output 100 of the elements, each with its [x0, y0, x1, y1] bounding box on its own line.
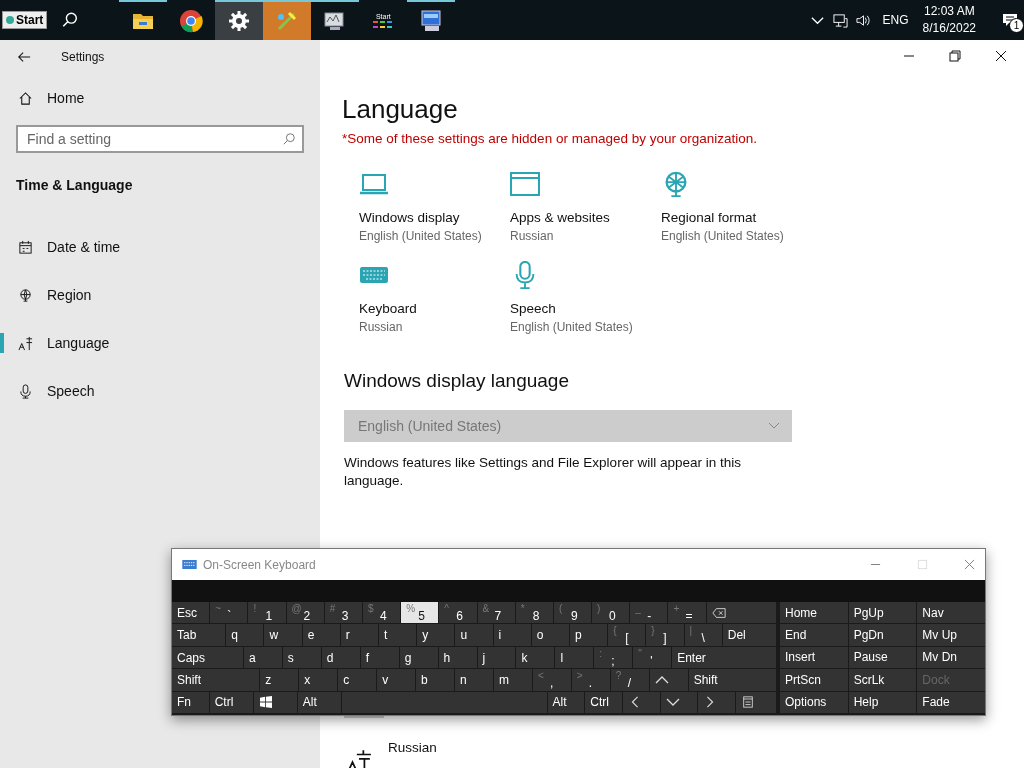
key[interactable]: z — [260, 669, 299, 691]
close-icon[interactable] — [995, 50, 1007, 62]
key[interactable]: e — [302, 624, 340, 646]
key[interactable]: # 3 — [324, 602, 362, 624]
key[interactable]: m — [493, 669, 532, 691]
key[interactable]: Home — [780, 602, 848, 624]
sidebar-item[interactable]: Language — [0, 319, 320, 367]
maximize-icon[interactable] — [949, 50, 961, 62]
key[interactable]: Alt — [297, 691, 341, 714]
key[interactable]: ( 9 — [553, 602, 592, 624]
key[interactable]: ~ ` — [210, 602, 248, 624]
key[interactable]: Caps — [172, 646, 243, 669]
key[interactable]: } ] — [646, 624, 684, 646]
search-field[interactable]: Find a setting — [16, 125, 304, 153]
key[interactable]: d — [321, 646, 360, 669]
key[interactable]: Tab — [172, 624, 226, 646]
key[interactable]: Insert — [780, 646, 848, 669]
key[interactable]: Shift — [172, 669, 260, 691]
key[interactable]: Del — [722, 624, 776, 646]
key[interactable]: o — [531, 624, 569, 646]
key[interactable]: PrtScn — [780, 669, 848, 691]
key[interactable] — [736, 691, 776, 714]
key[interactable]: % 5 — [401, 602, 439, 624]
start-button[interactable]: Start — [2, 11, 48, 29]
tile-title[interactable]: Keyboard — [359, 301, 492, 316]
key[interactable]: $ 4 — [362, 602, 401, 624]
key[interactable]: Nav — [917, 602, 985, 624]
key[interactable]: s — [282, 646, 321, 669]
sidebar-item[interactable]: Date & time — [0, 223, 320, 271]
tile-title[interactable]: Apps & websites — [510, 210, 643, 225]
notification-button[interactable]: 1 — [996, 5, 1024, 35]
language-name[interactable]: Russian — [388, 740, 437, 755]
key[interactable]: > . — [571, 669, 610, 691]
sidebar-item[interactable]: Region — [0, 271, 320, 319]
input-language[interactable]: ENG — [882, 13, 909, 27]
search-icon[interactable] — [61, 11, 80, 29]
key[interactable]: y — [417, 624, 455, 646]
key[interactable]: < , — [532, 669, 571, 691]
key[interactable]: Enter — [672, 646, 776, 669]
key[interactable]: Pause — [848, 646, 917, 669]
key[interactable]: Mv Up — [917, 624, 985, 646]
key[interactable]: j — [477, 646, 516, 669]
key[interactable]: Help — [848, 691, 917, 713]
taskbar-app-button[interactable] — [215, 0, 264, 40]
clock[interactable]: 12:03 AM 8/16/2022 — [922, 3, 976, 37]
key[interactable]: b — [416, 669, 455, 691]
key[interactable]: r — [340, 624, 379, 646]
key[interactable]: PgDn — [848, 624, 917, 646]
key[interactable]: f — [360, 646, 399, 669]
key[interactable]: ^ 6 — [439, 602, 477, 624]
key[interactable]: ? / — [610, 669, 649, 691]
back-arrow-icon[interactable] — [17, 50, 31, 64]
key[interactable]: ! 1 — [248, 602, 286, 624]
key[interactable] — [623, 691, 660, 714]
key[interactable]: Alt — [547, 691, 585, 714]
tile-title[interactable]: Speech — [510, 301, 643, 316]
key[interactable]: c — [338, 669, 377, 691]
key[interactable]: Esc — [172, 602, 210, 624]
key[interactable]: Options — [780, 691, 848, 713]
key[interactable]: Shift — [688, 669, 776, 691]
key[interactable]: Fn — [172, 691, 209, 714]
key[interactable]: { [ — [608, 624, 646, 646]
key[interactable]: ) 0 — [592, 602, 630, 624]
key[interactable]: | \ — [684, 624, 722, 646]
key[interactable]: q — [226, 624, 264, 646]
key[interactable]: & 7 — [477, 602, 515, 624]
network-icon[interactable] — [832, 12, 848, 28]
key[interactable]: p — [569, 624, 608, 646]
key[interactable]: i — [493, 624, 531, 646]
key[interactable]: g — [399, 646, 438, 669]
tile-title[interactable]: Windows display — [359, 210, 492, 225]
key[interactable]: k — [516, 646, 555, 669]
key[interactable]: + = — [668, 602, 706, 624]
key[interactable]: Mv Dn — [917, 646, 985, 669]
key[interactable]: : ; — [594, 646, 633, 669]
key[interactable]: _ - — [630, 602, 668, 624]
key[interactable]: PgUp — [848, 602, 917, 624]
key[interactable] — [698, 691, 736, 714]
key[interactable]: Ctrl — [585, 691, 622, 714]
key[interactable]: End — [780, 624, 848, 646]
key[interactable]: a — [243, 646, 282, 669]
key[interactable]: " ' — [633, 646, 672, 669]
key[interactable]: u — [455, 624, 493, 646]
tile-title[interactable]: Regional format — [661, 210, 814, 225]
key[interactable]: @2 — [286, 602, 324, 624]
key[interactable]: ScrLk — [848, 669, 917, 691]
key[interactable]: w — [264, 624, 302, 646]
key[interactable]: v — [377, 669, 416, 691]
key[interactable]: * 8 — [515, 602, 553, 624]
key[interactable] — [253, 691, 297, 714]
volume-icon[interactable] — [855, 12, 871, 28]
key[interactable]: x — [299, 669, 338, 691]
key[interactable]: t — [379, 624, 417, 646]
browser-window-icon[interactable] — [510, 170, 540, 198]
key[interactable]: n — [455, 669, 493, 691]
key[interactable]: Ctrl — [209, 691, 253, 714]
key[interactable]: Fade — [917, 691, 985, 713]
sidebar-item[interactable]: Speech — [0, 367, 320, 415]
home-nav-item[interactable]: Home — [0, 75, 320, 121]
key[interactable]: h — [438, 646, 477, 669]
